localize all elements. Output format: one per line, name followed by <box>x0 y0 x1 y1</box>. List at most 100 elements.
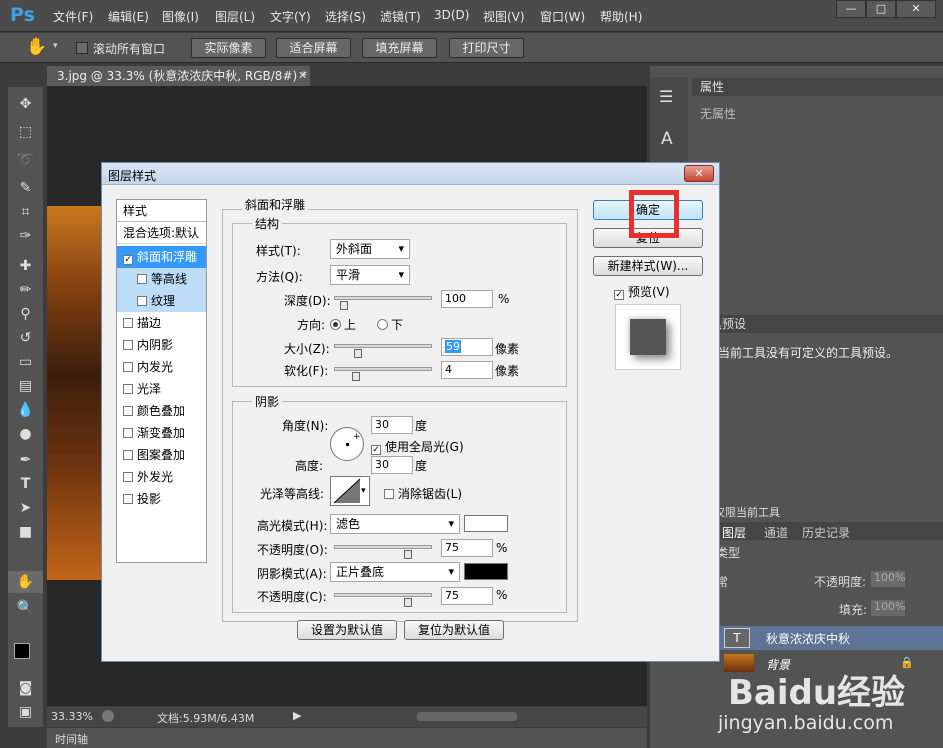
angle-input[interactable]: 30 <box>371 416 413 434</box>
lasso-tool-icon[interactable]: ➰ <box>8 149 43 171</box>
zoom-level[interactable]: 33.33% <box>51 710 93 723</box>
shadow-mode-select[interactable]: 正片叠底 <box>330 562 460 582</box>
style-item-contour[interactable]: 等高线 <box>117 268 206 290</box>
radio-up-icon[interactable] <box>330 319 341 330</box>
blend-options-item[interactable]: 混合选项:默认 <box>117 222 206 244</box>
make-default-button[interactable]: 设置为默认值 <box>297 620 397 640</box>
antialias-checkbox[interactable]: 消除锯齿(L) <box>384 485 462 502</box>
style-item-texture[interactable]: 纹理 <box>117 290 206 312</box>
quick-mask-icon[interactable]: ◙ <box>8 677 43 699</box>
new-style-button[interactable]: 新建样式(W)... <box>593 256 703 276</box>
size-slider-thumb[interactable] <box>353 349 362 358</box>
contour-checkbox[interactable] <box>137 274 147 284</box>
shadow-opacity-slider[interactable] <box>334 593 432 597</box>
soften-slider[interactable] <box>334 367 432 371</box>
tab-channels[interactable]: 通道 <box>764 524 788 541</box>
menu-window[interactable]: 窗口(W) <box>540 8 585 25</box>
paragraph-panel-icon[interactable]: ☰ <box>659 87 673 106</box>
direction-down-radio[interactable]: 下 <box>377 316 403 333</box>
bevel-checkbox[interactable]: ✓ <box>123 255 133 265</box>
foreground-color-swatch[interactable] <box>14 643 30 659</box>
document-tab[interactable]: 3.jpg @ 33.3% (秋意浓浓庆中秋, RGB/8#) * <box>47 66 310 86</box>
menu-type[interactable]: 文字(Y) <box>270 8 311 25</box>
character-panel-icon[interactable]: A <box>661 129 673 149</box>
hand-tool-icon[interactable]: ✋ <box>26 37 47 57</box>
quick-select-tool-icon[interactable]: ✎ <box>8 177 43 199</box>
highlight-opacity-input[interactable]: 75 <box>441 539 493 557</box>
antialias-check-icon[interactable] <box>384 489 394 499</box>
style-item-stroke[interactable]: 描边 <box>117 312 206 334</box>
shadow-opacity-input[interactable]: 75 <box>441 587 493 605</box>
menu-file[interactable]: 文件(F) <box>53 8 93 25</box>
marquee-tool-icon[interactable]: ⬚ <box>8 121 43 143</box>
minimize-button[interactable]: — <box>836 0 866 18</box>
angle-dial[interactable]: + <box>330 427 364 461</box>
print-size-button[interactable]: 打印尺寸 <box>449 38 524 58</box>
shadow-opacity-thumb[interactable] <box>403 598 412 607</box>
drop-shadow-checkbox[interactable] <box>123 494 133 504</box>
shadow-color-swatch[interactable] <box>464 563 508 580</box>
scroll-all-checkbox[interactable] <box>76 42 88 54</box>
altitude-input[interactable]: 30 <box>371 456 413 474</box>
horizontal-scrollbar[interactable] <box>417 712 517 721</box>
style-item-drop-shadow[interactable]: 投影 <box>117 488 206 510</box>
outer-glow-checkbox[interactable] <box>123 472 133 482</box>
soften-input[interactable]: 4 <box>441 361 493 379</box>
current-tool-only-label[interactable]: 仅限当前工具 <box>714 504 780 520</box>
satin-checkbox[interactable] <box>123 384 133 394</box>
bevel-method-select[interactable]: 平滑 <box>330 265 410 285</box>
tool-preset-chevron-icon[interactable]: ▾ <box>53 41 58 51</box>
close-window-button[interactable]: ✕ <box>896 0 936 18</box>
move-tool-icon[interactable]: ✥ <box>8 93 43 115</box>
tab-history[interactable]: 历史记录 <box>802 524 850 541</box>
menu-edit[interactable]: 编辑(E) <box>108 8 149 25</box>
timeline-label[interactable]: 时间轴 <box>55 731 88 747</box>
size-input[interactable]: 59 <box>441 338 493 356</box>
document-tab-close-icon[interactable]: ✕ <box>298 66 310 86</box>
highlight-opacity-thumb[interactable] <box>403 550 412 559</box>
eraser-tool-icon[interactable]: ▭ <box>8 351 43 373</box>
style-item-bevel[interactable]: ✓ 斜面和浮雕 <box>117 246 206 268</box>
style-item-gradient-overlay[interactable]: 渐变叠加 <box>117 422 206 444</box>
style-item-color-overlay[interactable]: 颜色叠加 <box>117 400 206 422</box>
tab-layers[interactable]: 图层 <box>722 524 746 541</box>
dialog-close-button[interactable]: ✕ <box>684 165 714 182</box>
preview-check-icon[interactable]: ✓ <box>614 290 624 300</box>
properties-title[interactable]: 属性 <box>700 80 724 94</box>
radio-down-icon[interactable] <box>377 319 388 330</box>
clone-stamp-icon[interactable]: ⚲ <box>8 303 43 325</box>
depth-slider[interactable] <box>334 296 432 300</box>
contour-dropdown-chevron-icon[interactable]: ▾ <box>361 486 366 496</box>
depth-input[interactable]: 100 <box>441 290 493 308</box>
texture-checkbox[interactable] <box>137 296 147 306</box>
actual-pixels-button[interactable]: 实际像素 <box>191 38 266 58</box>
highlight-mode-select[interactable]: 滤色 <box>330 514 460 534</box>
brush-tool-icon[interactable]: ✏ <box>8 279 43 301</box>
maximize-button[interactable]: □ <box>866 0 896 18</box>
path-select-icon[interactable]: ➤ <box>8 497 43 519</box>
blur-tool-icon[interactable]: 💧 <box>8 399 43 421</box>
history-brush-icon[interactable]: ↺ <box>8 327 43 349</box>
gradient-overlay-checkbox[interactable] <box>123 428 133 438</box>
menu-help[interactable]: 帮助(H) <box>600 8 642 25</box>
color-overlay-checkbox[interactable] <box>123 406 133 416</box>
global-light-check-icon[interactable]: ✓ <box>371 445 381 455</box>
crop-tool-icon[interactable]: ⌗ <box>8 201 43 223</box>
layer-opacity-field[interactable]: 100% <box>871 571 905 587</box>
menu-select[interactable]: 选择(S) <box>325 8 366 25</box>
style-item-pattern-overlay[interactable]: 图案叠加 <box>117 444 206 466</box>
fill-screen-button[interactable]: 填充屏幕 <box>362 38 437 58</box>
share-icon[interactable] <box>102 710 114 722</box>
style-item-inner-shadow[interactable]: 内阴影 <box>117 334 206 356</box>
shape-tool-icon[interactable]: ■ <box>8 521 43 543</box>
layer-fill-field[interactable]: 100% <box>871 600 905 616</box>
stroke-checkbox[interactable] <box>123 318 133 328</box>
direction-up-radio[interactable]: 上 <box>330 316 356 333</box>
hand-tool-active-icon[interactable]: ✋ <box>8 571 43 593</box>
eyedropper-tool-icon[interactable]: ✑ <box>8 225 43 247</box>
dodge-tool-icon[interactable]: ● <box>8 423 43 445</box>
layer-row[interactable]: T 秋意浓浓庆中秋 <box>716 626 943 650</box>
reset-default-button[interactable]: 复位为默认值 <box>404 620 504 640</box>
type-tool-icon[interactable]: T <box>8 473 43 495</box>
depth-slider-thumb[interactable] <box>339 301 348 310</box>
